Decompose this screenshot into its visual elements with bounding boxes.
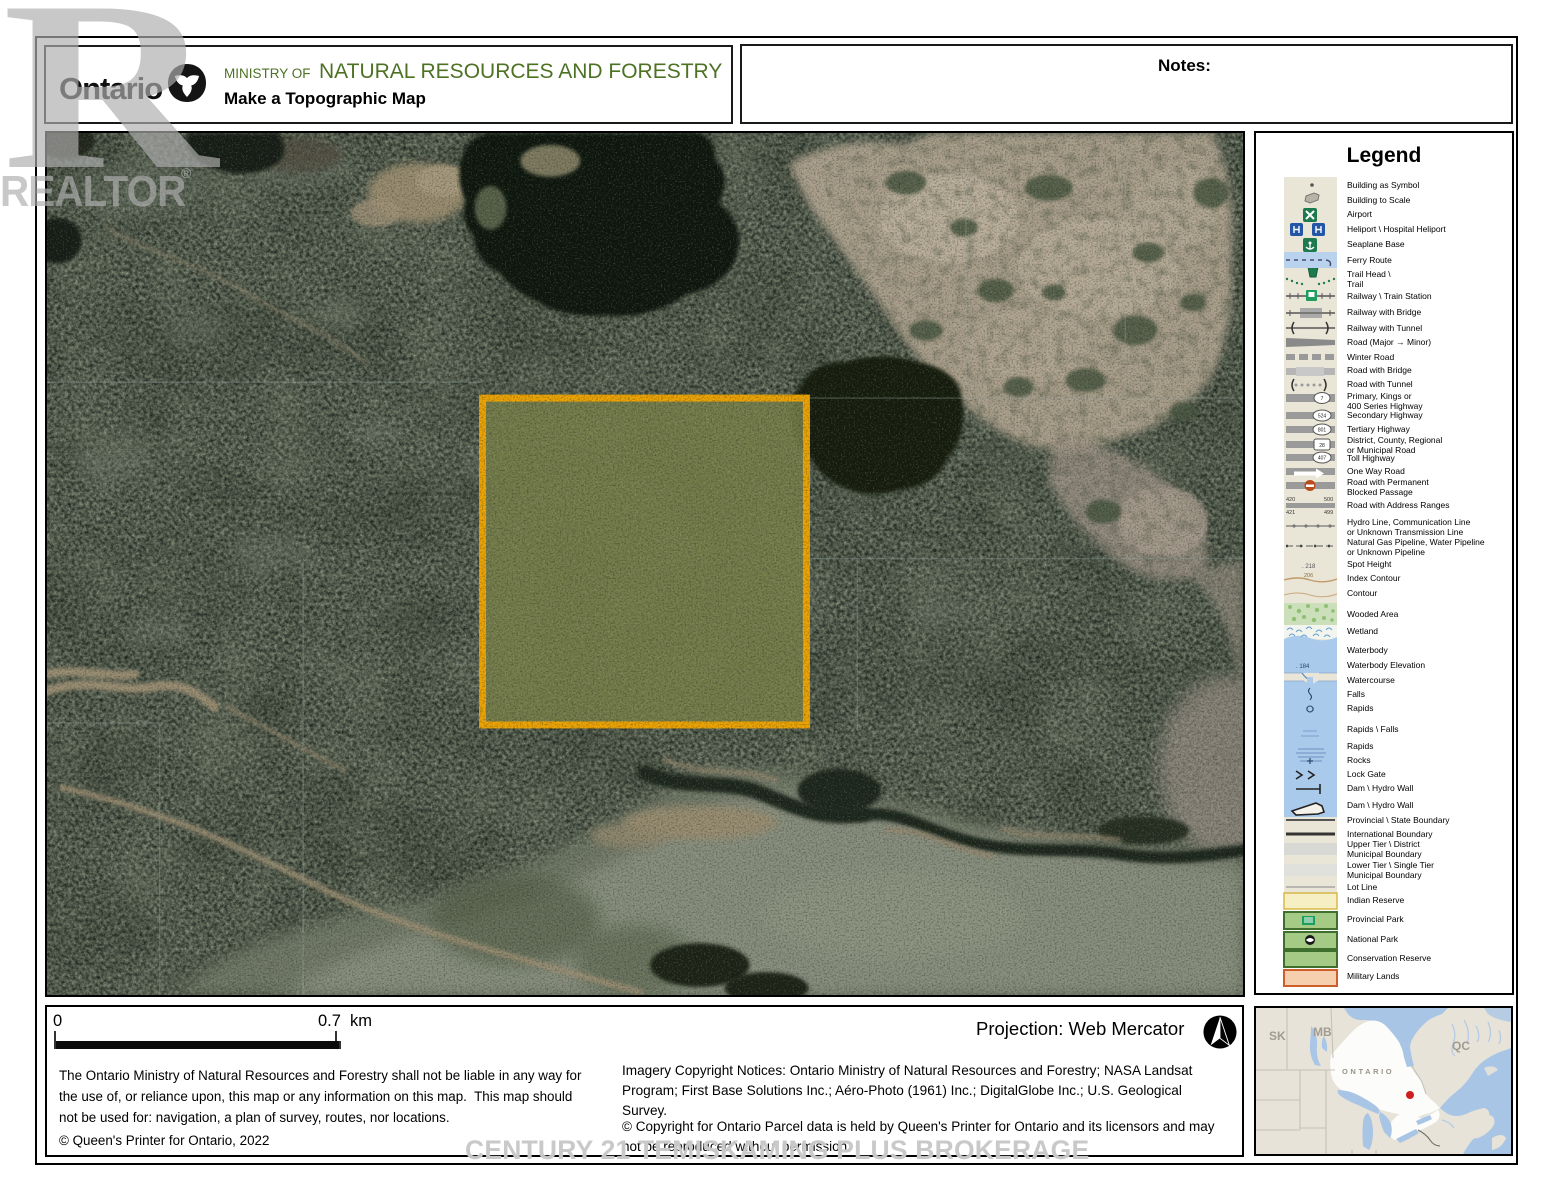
svg-text:206: 206 — [1304, 573, 1313, 579]
svg-text:. 184: . 184 — [1296, 664, 1310, 670]
svg-text:QC: QC — [1452, 1039, 1470, 1053]
svg-text:ONTARIO: ONTARIO — [1342, 1067, 1394, 1076]
svg-text:REALTOR: REALTOR — [0, 166, 186, 215]
svg-text:421: 421 — [1286, 510, 1295, 516]
svg-text:SK: SK — [1269, 1029, 1286, 1043]
svg-text:. 218: . 218 — [1302, 564, 1316, 570]
svg-text:7: 7 — [1321, 396, 1324, 402]
svg-text:28: 28 — [1319, 443, 1325, 449]
svg-text:420: 420 — [1286, 497, 1295, 503]
svg-text:®: ® — [181, 165, 192, 181]
svg-text:801: 801 — [1318, 428, 1327, 434]
svg-text:407: 407 — [1318, 456, 1327, 462]
svg-text:499: 499 — [1324, 510, 1333, 516]
svg-text:500: 500 — [1324, 497, 1333, 503]
svg-text:MB: MB — [1313, 1025, 1332, 1039]
svg-text:524: 524 — [1318, 414, 1327, 420]
